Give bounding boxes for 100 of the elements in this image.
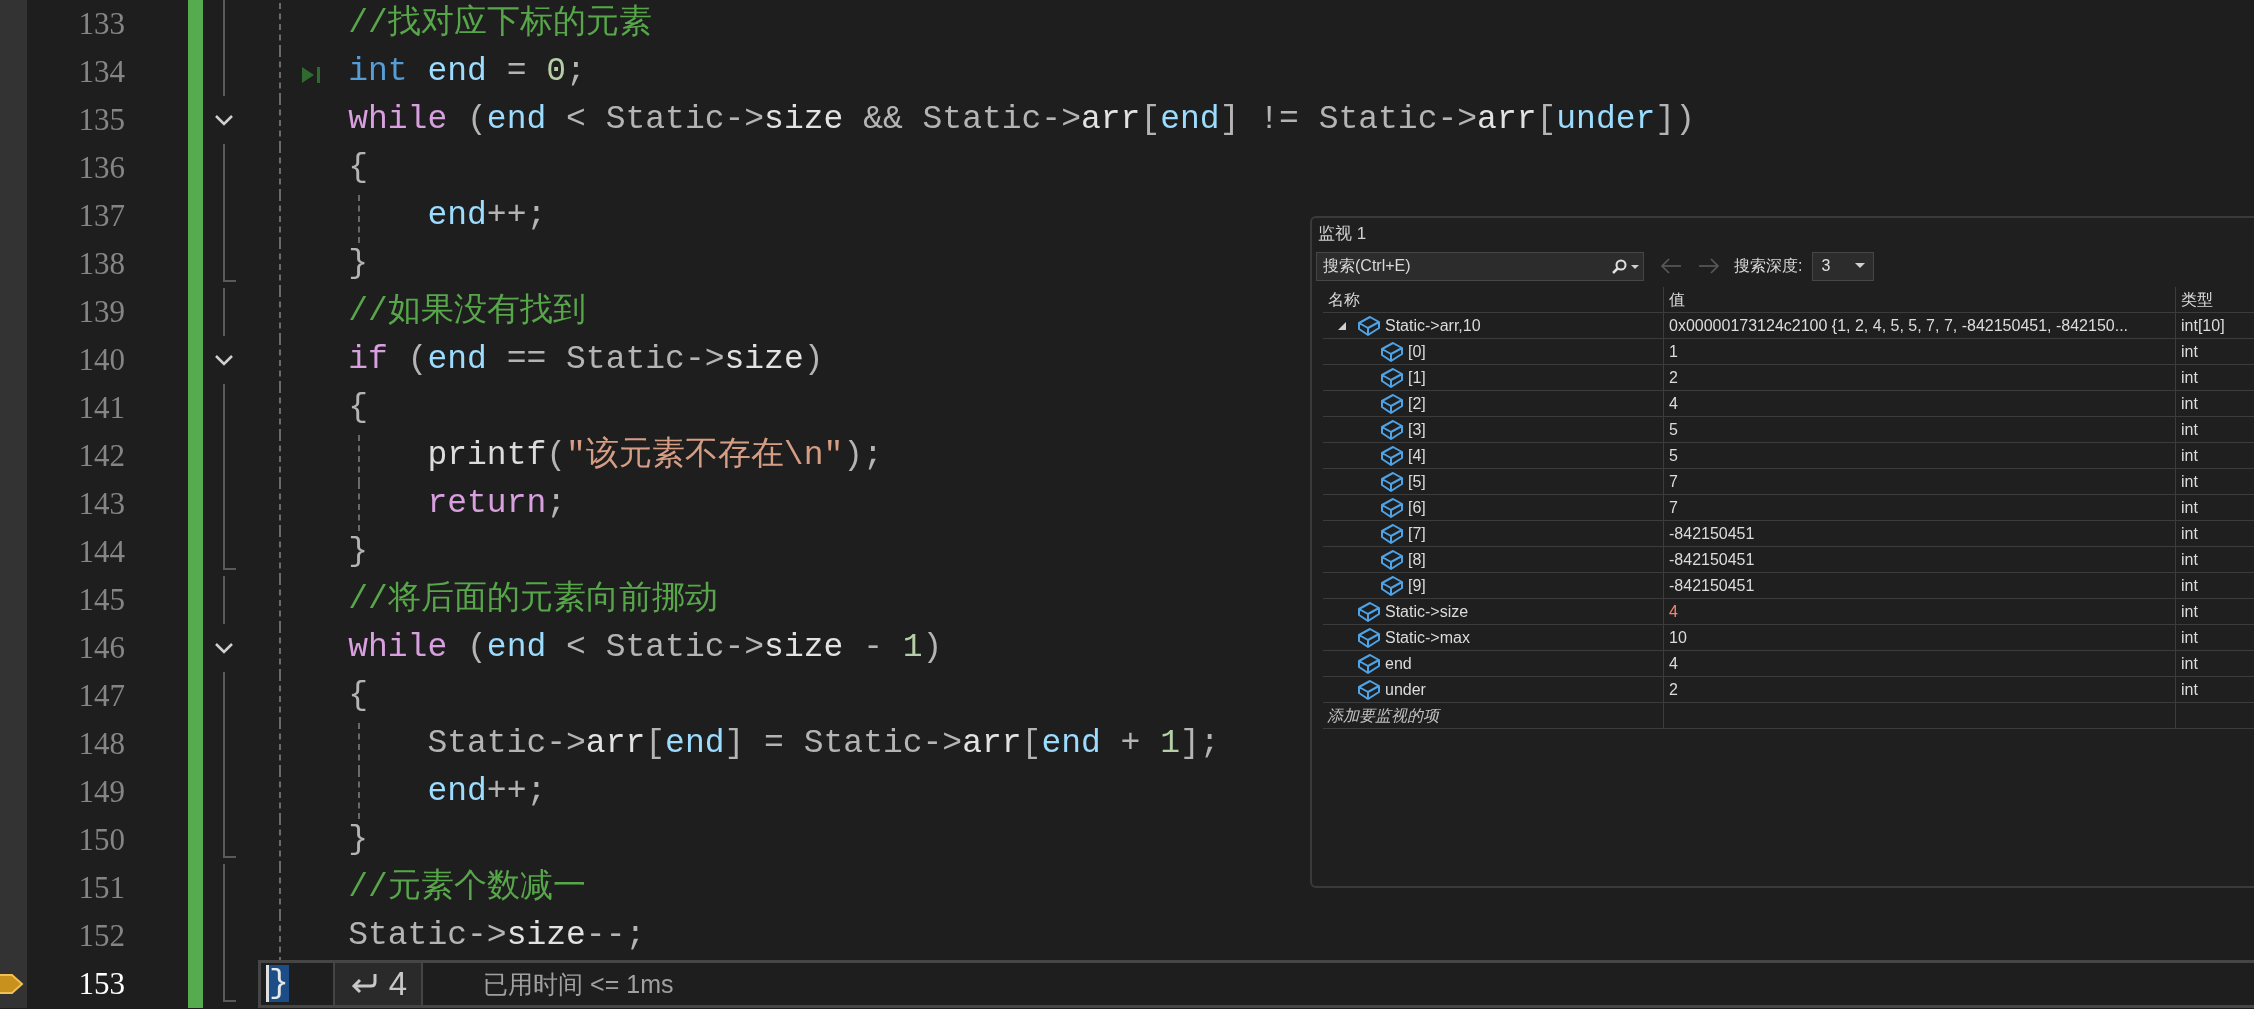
variable-value: 4 [1663,651,2175,676]
column-header[interactable]: 类型 [2175,287,2254,312]
variable-type: int [2175,677,2254,702]
line-number: 143 [77,485,125,523]
variable-type: int [2175,469,2254,494]
line-number: 146 [77,629,125,667]
fold-chevron-icon[interactable] [214,354,234,366]
variable-type: int [2175,651,2254,676]
back-arrow-icon[interactable] [1660,258,1682,274]
code-line: } [348,820,368,860]
variable-cube-icon [1357,600,1381,623]
variable-value: 2 [1663,677,2175,702]
indent-guide-line [358,195,360,243]
variable-type: int [2175,599,2254,624]
variable-value: 4 [1663,599,2175,624]
variable-name: [2] [1408,394,1426,413]
variable-value: 5 [1663,417,2175,442]
variable-name: [8] [1408,550,1426,569]
variable-name: [6] [1408,498,1426,517]
line-number: 139 [77,293,125,331]
code-line: //将后面的元素向前挪动 [348,579,718,620]
code-line: { [348,676,368,716]
variable-cube-icon [1357,678,1381,701]
code-line: { [348,148,368,188]
variable-value: 4 [1663,391,2175,416]
variable-name: Static->max [1385,628,1470,647]
add-watch-field[interactable]: 添加要监视的项 [1327,706,1647,725]
fold-chevron-icon[interactable] [214,642,234,654]
code-line: //找对应下标的元素 [348,3,652,44]
code-line: end++; [427,196,547,236]
variable-cube-icon [1380,366,1404,389]
variable-value: 10 [1663,625,2175,650]
search-icon[interactable] [1610,258,1640,275]
line-number: 142 [77,437,125,475]
line-number: 144 [77,533,125,571]
variable-name: [5] [1408,472,1426,491]
expand-triangle-icon[interactable] [1337,320,1347,331]
variable-type: int [2175,339,2254,364]
column-header[interactable]: 值 [1663,287,2175,312]
variable-type: int [2175,521,2254,546]
code-line: int end = 0; [348,52,586,92]
line-number: 152 [77,917,125,955]
code-line: } [348,532,368,572]
code-line: } [348,244,368,284]
variable-cube-icon [1380,340,1404,363]
code-line: //元素个数减一 [348,867,586,908]
variable-cube-icon [1380,444,1404,467]
variable-value: 2 [1663,365,2175,390]
variable-value: -842150451 [1663,547,2175,572]
caret-icon [1855,263,1866,269]
line-number: 141 [77,389,125,427]
variable-value: -842150451 [1663,573,2175,598]
variable-name: Static->size [1385,602,1469,621]
line-number: 136 [77,149,125,187]
variable-cube-icon [1357,626,1381,649]
line-number: 135 [77,101,125,139]
code-line: end++; [427,772,547,812]
search-field[interactable]: 搜索(Ctrl+E) [1316,251,1644,281]
search-depth-dropdown[interactable]: 3 [1812,251,1875,281]
forward-arrow-icon[interactable] [1698,258,1720,274]
variable-type: int [2175,495,2254,520]
code-line: Static->arr[end] = Static->arr[end + 1]; [427,724,1220,764]
watch-window-title: 监视 1 [1317,223,1368,245]
variable-type: int [2175,391,2254,416]
code-line: if (end == Static->size) [348,340,824,380]
variable-type: int [2175,625,2254,650]
variable-type: int [2175,547,2254,572]
line-number: 137 [77,197,125,235]
search-depth-label: 搜索深度: [1734,255,1803,276]
variable-cube-icon [1380,418,1404,441]
variable-cube-icon [1380,470,1404,493]
code-line: return; [427,484,567,524]
variable-cube-icon [1357,314,1381,337]
variable-value: 7 [1663,495,2175,520]
variable-name: [7] [1408,524,1426,543]
variable-name: [4] [1408,446,1426,465]
line-number: 133 [77,5,125,43]
variable-value: -842150451 [1663,521,2175,546]
variable-cube-icon [1380,392,1404,415]
fold-guide-line [223,576,225,624]
line-number: 145 [77,581,125,619]
variable-type: int [2175,443,2254,468]
elapsed-time-text: 已用时间 <= 1ms [483,968,674,1000]
variable-name: end [1385,654,1412,673]
variable-cube-icon [1380,548,1404,571]
variable-type: int [2175,417,2254,442]
variable-value: 1 [1663,339,2175,364]
line-number: 153 [77,965,125,1003]
code-line: while (end < Static->size && Static->arr[end] != Static->arr[under]) [348,100,1695,140]
variable-name: [9] [1408,576,1426,595]
code-line: while (end < Static->size - 1) [348,628,943,668]
variable-name: under [1385,680,1426,699]
column-header[interactable]: 名称 [1323,287,1663,312]
line-number: 151 [77,869,125,907]
variable-type: int [2175,365,2254,390]
line-number: 148 [77,725,125,763]
fold-chevron-icon[interactable] [214,114,234,126]
variable-name: [3] [1408,420,1426,439]
return-value-hint: 4 [332,961,424,1007]
run-to-click-icon[interactable] [301,65,321,85]
